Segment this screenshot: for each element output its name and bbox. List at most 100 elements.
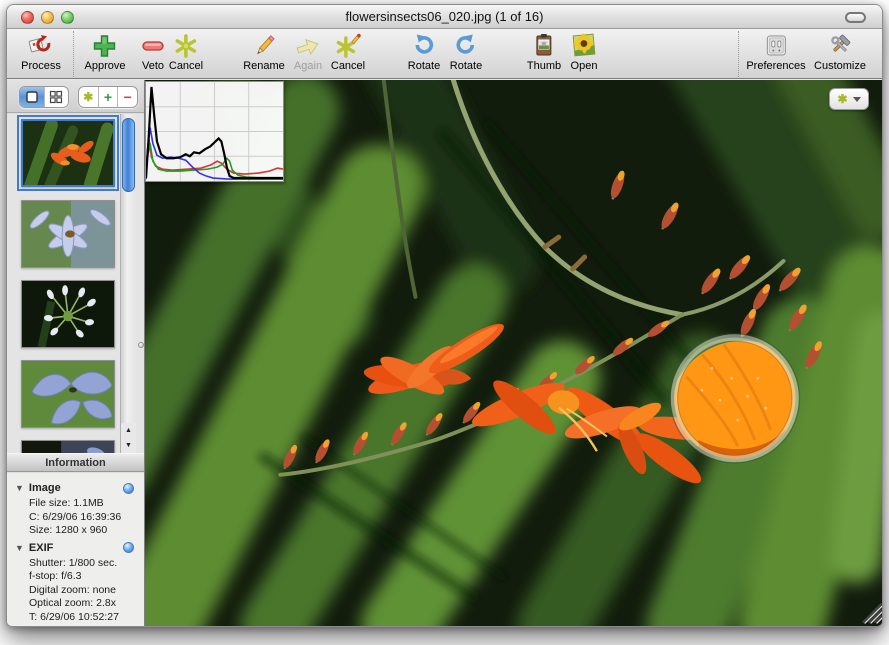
title-bar: flowersinsects06_020.jpg (1 of 16) — [7, 5, 882, 29]
scroll-down-button[interactable]: ▼ — [121, 438, 136, 453]
again-arrow-icon — [293, 32, 323, 60]
customize-label: Customize — [814, 60, 866, 72]
rotate-cw-label: Rotate — [408, 60, 440, 72]
thumbnail-3[interactable] — [21, 280, 115, 348]
view-mode-segmented-control — [19, 86, 69, 108]
view-grid-button[interactable] — [45, 87, 69, 107]
mark-approve-button[interactable]: + — [99, 87, 119, 107]
preferences-label: Preferences — [746, 60, 805, 72]
rotate-counterclockwise-icon — [451, 32, 481, 60]
rotate-ccw-button[interactable]: Rotate — [450, 32, 482, 72]
exif-section-title: EXIF — [29, 542, 123, 554]
approve-button[interactable]: Approve — [85, 32, 126, 72]
thumb-clipboard-icon — [529, 32, 559, 60]
cancel-rename-label: Cancel — [331, 60, 365, 72]
process-label: Process — [21, 60, 61, 72]
histogram-overlay — [145, 81, 284, 182]
asterisk-icon: ✱ — [83, 91, 93, 103]
content: ✱ + − — [7, 80, 882, 626]
image-preview-area[interactable]: ✱ — [145, 80, 882, 626]
rotate-clockwise-icon — [409, 32, 439, 60]
created-date-value: C: 6/29/06 16:39:36 — [29, 511, 144, 525]
toolbar-separator — [73, 31, 74, 77]
image-section-header[interactable]: ▼ Image — [15, 482, 144, 494]
veto-button[interactable]: Veto — [138, 32, 168, 72]
thumbnail-4-image — [22, 361, 114, 427]
again-button[interactable]: Again — [293, 32, 323, 72]
customize-button[interactable]: Customize — [814, 32, 866, 72]
grid-view-icon — [49, 90, 63, 104]
rotate-cw-button[interactable]: Rotate — [408, 32, 440, 72]
disclosure-triangle-icon[interactable]: ▼ — [15, 543, 24, 553]
thumb-label: Thumb — [527, 60, 561, 72]
window-title: flowersinsects06_020.jpg (1 of 16) — [7, 9, 882, 24]
again-label: Again — [293, 60, 323, 72]
thumbnail-2[interactable] — [21, 200, 115, 268]
cancel-rename-button[interactable]: Cancel — [331, 32, 365, 72]
file-size-value: File size: 1.1MB — [29, 497, 144, 511]
veto-label: Veto — [138, 60, 168, 72]
information-header[interactable]: Information — [7, 453, 144, 472]
app-window: flowersinsects06_020.jpg (1 of 16) Proce… — [6, 4, 883, 627]
cancel-pencil-asterisk-icon — [333, 32, 363, 60]
tag-dropdown-button[interactable]: ✱ — [829, 88, 869, 110]
histogram-chart — [146, 82, 283, 181]
approve-label: Approve — [85, 60, 126, 72]
rename-button[interactable]: Rename — [243, 32, 285, 72]
cancel-label: Cancel — [169, 60, 203, 72]
thumbnail-scrollbar-track[interactable] — [120, 114, 136, 453]
view-single-button[interactable] — [20, 87, 45, 107]
approve-plus-icon — [90, 32, 120, 60]
rename-pencil-icon — [249, 32, 279, 60]
scroll-up-button[interactable]: ▲ — [121, 423, 136, 438]
thumbnail-1[interactable] — [21, 119, 115, 187]
single-view-icon — [25, 90, 39, 104]
taken-date-value: T: 6/29/06 10:52:27 — [29, 611, 144, 625]
thumbnail-list: ▲ ▼ — [7, 114, 144, 453]
disclosure-triangle-icon[interactable]: ▼ — [15, 483, 24, 493]
screen: flowersinsects06_020.jpg (1 of 16) Proce… — [0, 0, 889, 645]
cancel-asterisk-icon — [171, 32, 201, 60]
exif-section-lines: Shutter: 1/800 sec. f-stop: f/6.3 Digita… — [29, 557, 144, 625]
veto-minus-icon — [138, 32, 168, 60]
preferences-button[interactable]: Preferences — [746, 32, 805, 72]
tag-segmented-control: ✱ + − — [78, 86, 138, 108]
rotate-ccw-label: Rotate — [450, 60, 482, 72]
process-button[interactable]: Process — [21, 32, 61, 72]
exif-section-orb-icon[interactable] — [123, 542, 134, 553]
process-icon — [26, 32, 56, 60]
shutter-value: Shutter: 1/800 sec. — [29, 557, 144, 571]
fstop-value: f-stop: f/6.3 — [29, 570, 144, 584]
sidebar: ✱ + − — [7, 80, 144, 626]
image-section-orb-icon[interactable] — [123, 483, 134, 494]
cancel-button[interactable]: Cancel — [169, 32, 203, 72]
thumbnail-2-image — [22, 201, 114, 267]
image-section-title: Image — [29, 482, 123, 494]
asterisk-icon: ✱ — [837, 93, 847, 105]
chevron-down-icon — [853, 97, 861, 102]
image-section-lines: File size: 1.1MB C: 6/29/06 16:39:36 Siz… — [29, 497, 144, 538]
thumbnail-scrollbar-thumb[interactable] — [122, 118, 135, 192]
toolbar: Process Approve Veto Cancel — [7, 29, 882, 79]
thumbnail-5[interactable] — [21, 440, 115, 453]
toolbar-toggle-button[interactable] — [845, 12, 866, 23]
thumbnail-5-image — [22, 441, 114, 453]
open-sunflower-icon — [569, 32, 599, 60]
open-label: Open — [569, 60, 599, 72]
open-button[interactable]: Open — [569, 32, 599, 72]
mark-veto-button[interactable]: − — [118, 87, 137, 107]
exif-section-header[interactable]: ▼ EXIF — [15, 542, 144, 554]
sidebar-controls: ✱ + − — [7, 80, 144, 113]
dimensions-value: Size: 1280 x 960 — [29, 524, 144, 538]
rename-label: Rename — [243, 60, 285, 72]
plus-icon: + — [104, 90, 112, 104]
thumbnail-4[interactable] — [21, 360, 115, 428]
toolbar-separator — [738, 31, 739, 77]
information-panel: ▼ Image File size: 1.1MB C: 6/29/06 16:3… — [7, 473, 144, 626]
scrollbar-buttons: ▲ ▼ — [120, 423, 136, 453]
preferences-icon — [761, 32, 791, 60]
mark-cancel-button[interactable]: ✱ — [79, 87, 99, 107]
thumbnail-1-image — [23, 121, 113, 185]
thumb-button[interactable]: Thumb — [527, 32, 561, 72]
optical-zoom-value: Optical zoom: 2.8x — [29, 597, 144, 611]
